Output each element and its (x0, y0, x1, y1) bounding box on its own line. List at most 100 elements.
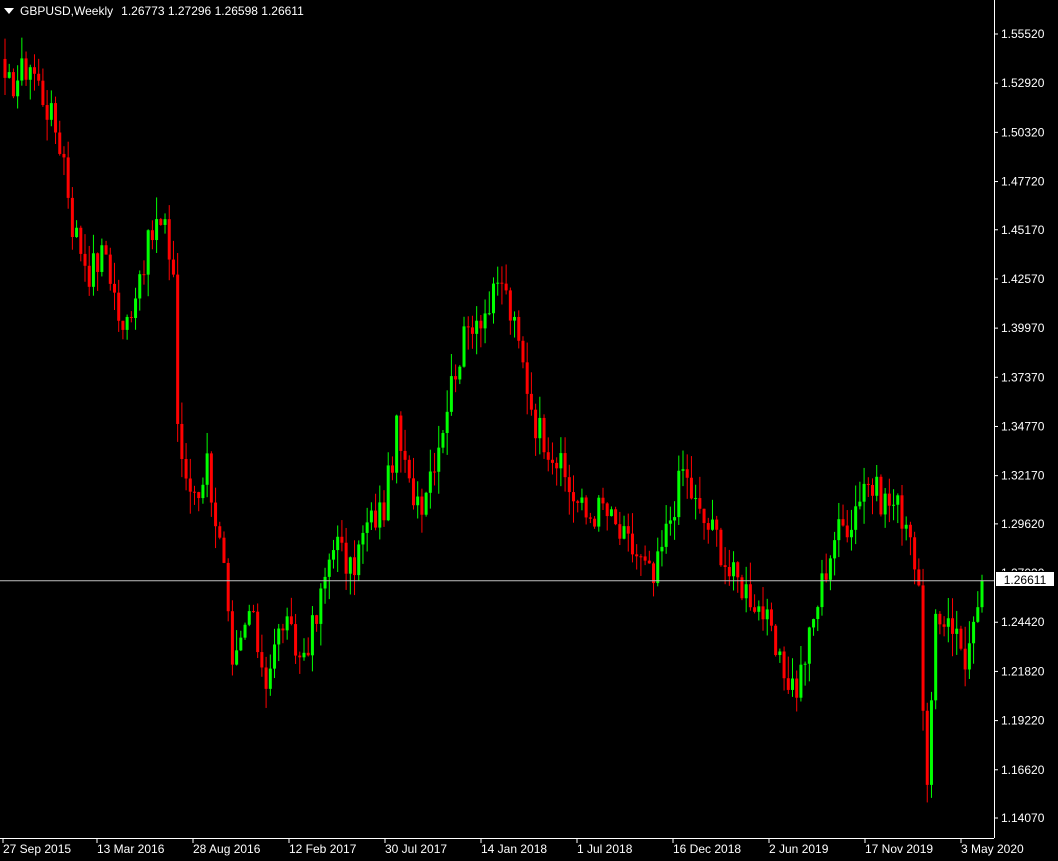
candle-body (251, 611, 255, 613)
candle-body (327, 559, 331, 577)
candle-body (652, 563, 656, 584)
candle-body (134, 298, 138, 319)
candle-body (243, 624, 247, 638)
y-tick-label: 1.45170 (1001, 223, 1045, 237)
candle-body (344, 542, 348, 574)
candle-body (622, 526, 626, 539)
candle-body (694, 498, 698, 500)
candle-body (306, 652, 310, 656)
candle-body (757, 606, 761, 612)
candle-body (597, 497, 601, 527)
candle-body (129, 316, 133, 319)
candle-body (424, 492, 428, 515)
candle-body (20, 58, 24, 81)
candle-body (87, 265, 91, 287)
candle-body (470, 327, 474, 334)
candle-body (496, 282, 500, 284)
candle-body (753, 607, 757, 612)
candle-body (635, 554, 639, 557)
chart-window[interactable]: 1.55520 1.52920 1.50320 1.47720 1.45170 1.425… (0, 0, 1058, 861)
candle-body (677, 470, 681, 518)
candle-body (593, 518, 597, 527)
symbol-label: GBPUSD,Weekly (20, 4, 114, 18)
candle-body (774, 625, 778, 656)
candle-body (580, 497, 584, 503)
candle-body (866, 483, 870, 485)
candle-body (150, 230, 154, 241)
candle-body (487, 313, 491, 315)
candle-body (748, 584, 752, 608)
candle-body (281, 628, 285, 631)
x-tick-label: 17 Nov 2019 (865, 842, 933, 856)
candle-body (719, 529, 723, 566)
candle-body (744, 584, 748, 599)
candle-body (816, 607, 820, 620)
candle-body (462, 326, 466, 367)
candles-layer (3, 37, 984, 803)
candle-body (247, 611, 251, 625)
candlestick-chart[interactable]: 1.55520 1.52920 1.50320 1.47720 1.45170 1.425… (0, 0, 1058, 861)
candle-body (769, 609, 773, 626)
x-tick-label: 3 May 2020 (961, 842, 1024, 856)
candle-body (925, 710, 929, 785)
candle-body (100, 245, 104, 272)
candle-body (70, 197, 74, 238)
candle-body (214, 502, 218, 527)
candle-body (54, 103, 58, 133)
candle-body (7, 72, 11, 78)
y-tick-label: 1.24420 (1001, 615, 1045, 629)
x-tick-label: 1 Jul 2018 (577, 842, 633, 856)
dropdown-triangle-icon[interactable] (4, 8, 14, 14)
candle-body (639, 556, 643, 558)
candle-body (37, 73, 41, 81)
candle-body (96, 253, 100, 272)
candle-body (475, 320, 479, 334)
candle-body (159, 219, 163, 225)
candle-body (420, 496, 424, 515)
candle-body (529, 393, 533, 410)
candle-body (142, 274, 146, 276)
candle-body (875, 476, 879, 496)
candle-body (828, 558, 832, 580)
candle-body (353, 557, 357, 576)
candle-body (959, 628, 963, 649)
candle-body (525, 362, 529, 394)
candle-body (399, 415, 403, 451)
candle-body (58, 132, 62, 154)
candle-body (176, 274, 180, 424)
y-tick-label: 1.16620 (1001, 763, 1045, 777)
candle-body (854, 506, 858, 530)
x-tick-label: 14 Jan 2018 (481, 842, 547, 856)
candle-body (647, 560, 651, 564)
candle-body (576, 501, 580, 503)
candle-body (146, 230, 150, 275)
candle-body (913, 537, 917, 570)
candle-body (559, 453, 563, 469)
candle-body (319, 588, 323, 624)
candle-body (681, 469, 685, 471)
candle-body (837, 519, 841, 541)
candle-body (732, 562, 736, 577)
candle-body (820, 573, 824, 608)
candle-body (403, 450, 407, 460)
candle-body (883, 493, 887, 515)
candle-body (310, 615, 314, 656)
candle-body (921, 585, 925, 711)
candle-body (778, 651, 782, 656)
candle-body (689, 477, 693, 499)
candle-body (374, 510, 378, 528)
candle-body (458, 366, 462, 380)
candle-body (951, 618, 955, 634)
candle-body (32, 67, 36, 74)
candle-body (416, 496, 420, 506)
candle-body (567, 477, 571, 493)
candle-body (534, 409, 538, 439)
candle-body (184, 459, 188, 479)
candle-body (790, 678, 794, 690)
candle-body (656, 551, 660, 584)
candle-body (273, 644, 277, 669)
candle-body (967, 643, 971, 670)
candle-body (761, 606, 765, 620)
candle-body (260, 652, 264, 668)
candle-body (479, 320, 483, 329)
